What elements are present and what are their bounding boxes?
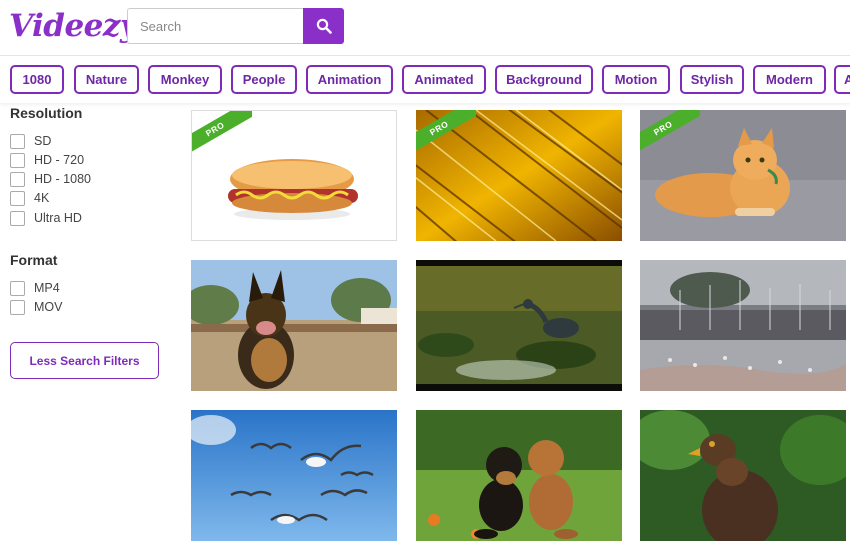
filter-label: HD - 1080 [34, 172, 91, 186]
tag-monkey[interactable]: Monkey [148, 65, 222, 94]
tag-animated[interactable]: Animated [402, 65, 486, 94]
video-thumbnail-orange-cat[interactable]: PRO [640, 110, 846, 241]
tag-bar: 1080 Nature Monkey People Animation Anim… [0, 57, 850, 103]
format-heading: Format [10, 252, 58, 268]
heron-image [416, 260, 622, 391]
checkbox[interactable] [10, 190, 25, 206]
filter-ultra-hd[interactable]: Ultra HD [10, 210, 82, 226]
logo[interactable]: Videezy [9, 8, 138, 44]
filter-label: 4K [34, 191, 50, 205]
checkbox[interactable] [10, 210, 25, 226]
filter-label: MOV [34, 300, 63, 314]
tag-1080[interactable]: 1080 [10, 65, 64, 94]
header: Videezy [0, 0, 850, 56]
puppies-image [416, 410, 622, 541]
video-thumbnail-golden-streaks[interactable]: PRO [416, 110, 622, 241]
golden-streaks-image [416, 110, 622, 241]
video-thumbnail-heron[interactable] [416, 260, 622, 391]
filter-sd[interactable]: SD [10, 133, 51, 149]
filter-4k[interactable]: 4K [10, 190, 49, 206]
resolution-heading: Resolution [10, 105, 83, 121]
tag-people[interactable]: People [231, 65, 297, 94]
video-thumbnail-hot-dog[interactable]: PRO [191, 110, 397, 241]
video-thumbnail-puppies[interactable] [416, 410, 622, 541]
tag-modern[interactable]: Modern [753, 65, 826, 94]
search-button[interactable] [303, 8, 344, 44]
seagulls-image [191, 410, 397, 541]
video-thumbnail-dog[interactable] [191, 260, 397, 391]
tag-stylish[interactable]: Stylish [680, 65, 744, 94]
less-search-filters-button[interactable]: Less Search Filters [10, 342, 159, 379]
search-icon [316, 18, 332, 34]
filter-label: SD [34, 134, 52, 148]
orange-cat-image [640, 110, 846, 241]
tag-partial[interactable]: A [834, 65, 850, 94]
filter-hd-720[interactable]: HD - 720 [10, 152, 84, 168]
harbor-image [640, 260, 846, 391]
tag-nature[interactable]: Nature [74, 65, 139, 94]
filter-label: Ultra HD [34, 211, 82, 225]
video-thumbnail-harbor[interactable] [640, 260, 846, 391]
tag-motion[interactable]: Motion [602, 65, 670, 94]
filter-hd-1080[interactable]: HD - 1080 [10, 171, 91, 187]
filter-label: HD - 720 [34, 153, 85, 167]
search-input[interactable] [127, 8, 303, 44]
filter-label: MP4 [34, 281, 60, 295]
tag-animation[interactable]: Animation [306, 65, 393, 94]
tag-background[interactable]: Background [495, 65, 593, 94]
hot-dog-image [228, 159, 358, 220]
video-thumbnail-seagulls[interactable] [191, 410, 397, 541]
filter-mov[interactable]: MOV [10, 299, 62, 315]
video-thumbnail-eagle[interactable] [640, 410, 846, 541]
filter-mp4[interactable]: MP4 [10, 280, 60, 296]
eagle-image [640, 410, 846, 541]
checkbox[interactable] [10, 133, 25, 149]
checkbox[interactable] [10, 171, 25, 187]
checkbox[interactable] [10, 152, 25, 168]
dog-image [191, 260, 397, 391]
checkbox[interactable] [10, 280, 25, 296]
checkbox[interactable] [10, 299, 25, 315]
